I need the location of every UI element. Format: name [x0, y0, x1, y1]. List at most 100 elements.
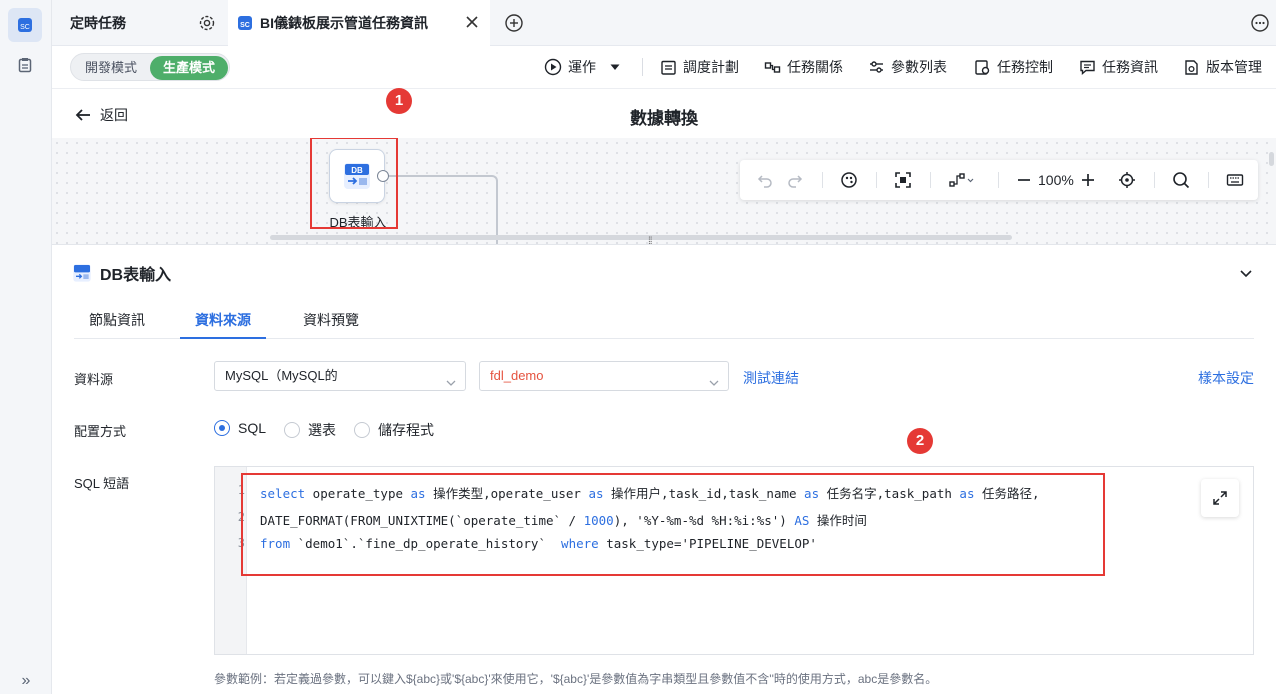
radio-select-table[interactable]: 選表 [284, 420, 336, 440]
node-config-panel: DB表輸入 節點資訊 資料來源 資料預覽 資料源 MySQL（MySQL的 fd… [52, 244, 1276, 694]
db-table-icon [73, 264, 91, 282]
svg-text:SC: SC [20, 24, 30, 31]
svg-text:SC: SC [240, 22, 250, 29]
expand-editor-button[interactable] [1201, 479, 1239, 517]
relation-button[interactable]: 任務關係 [764, 57, 843, 77]
schedule-button[interactable]: 調度計劃 [660, 57, 739, 77]
test-connection-link[interactable]: 測試連結 [743, 368, 799, 388]
chevron-down-icon [445, 371, 457, 399]
chevron-down-icon[interactable] [1238, 265, 1254, 284]
panel-header: DB表輸入 [72, 261, 171, 285]
sub-header: 返回 數據轉換 [52, 88, 1276, 138]
divider [998, 172, 999, 188]
params-button[interactable]: 參數列表 [868, 57, 947, 77]
undo-icon[interactable] [756, 170, 774, 190]
config-label: 配置方式 [74, 424, 127, 439]
calendar-icon [661, 60, 676, 75]
info-label: 任務資訊 [1102, 59, 1158, 75]
datasource-value: MySQL（MySQL的 [225, 368, 338, 383]
expand-icon [1213, 491, 1227, 505]
zoom-level: 100% [1038, 172, 1074, 188]
chevron-down-icon [708, 371, 720, 399]
radio-table-label: 選表 [308, 422, 336, 438]
horizontal-scrollbar[interactable] [270, 235, 1012, 240]
search-icon[interactable] [1172, 170, 1190, 190]
relation-icon [764, 61, 781, 73]
message-icon [1080, 60, 1095, 75]
control-icon [975, 59, 990, 75]
annotation-badge-1: 1 [386, 88, 412, 114]
divider [1208, 172, 1209, 188]
task-icon: SC [238, 16, 252, 30]
zoom-out-icon[interactable] [1016, 170, 1032, 190]
radio-procedure-label: 儲存程式 [378, 422, 434, 438]
radio-unchecked-icon [284, 422, 300, 438]
tab-bi-dashboard[interactable]: SC BI儀錶板展示管道任務資訊 [228, 0, 490, 46]
sample-settings-link[interactable]: 樣本設定 [1198, 368, 1254, 388]
clipboard-icon[interactable] [8, 48, 42, 82]
tab-label: BI儀錶板展示管道任務資訊 [260, 15, 428, 31]
divider [1154, 172, 1155, 188]
layout-icon[interactable] [948, 170, 976, 190]
run-button[interactable]: 運作 [544, 57, 622, 77]
radio-checked-icon [214, 420, 230, 436]
radio-stored-procedure[interactable]: 儲存程式 [354, 420, 434, 440]
close-icon[interactable] [464, 14, 480, 33]
tab-scheduled-tasks[interactable]: 定時任務 [52, 0, 226, 46]
page-title: 數據轉換 [630, 109, 698, 128]
panel-title: DB表輸入 [100, 267, 172, 284]
divider [876, 172, 877, 188]
control-label: 任務控制 [997, 59, 1053, 75]
annotation-badge-2: 2 [907, 428, 933, 454]
caret-down-icon [610, 64, 620, 70]
run-label: 運作 [568, 59, 596, 75]
flow-canvas[interactable]: DB DB表輸入 100% ⁞⁞ [52, 138, 1276, 244]
radio-sql-label: SQL [238, 420, 267, 436]
tab-node-info[interactable]: 節點資訊 [74, 301, 160, 339]
prod-mode-button[interactable]: 生產模式 [150, 56, 228, 80]
highlight-box-2 [241, 473, 1105, 576]
more-icon[interactable] [1250, 13, 1270, 36]
radio-sql[interactable]: SQL [214, 420, 266, 436]
database-select[interactable]: fdl_demo [479, 361, 729, 391]
schedule-label: 調度計劃 [683, 59, 739, 75]
canvas-toolbar: 100% [740, 160, 1258, 200]
resize-grip-icon[interactable]: ⁞⁞ [648, 236, 652, 244]
locate-icon[interactable] [1118, 170, 1136, 190]
tab-data-preview[interactable]: 資料預覽 [288, 301, 374, 339]
divider [642, 58, 643, 76]
highlight-box-1 [310, 138, 398, 229]
fit-view-icon[interactable] [894, 170, 912, 190]
divider [822, 172, 823, 188]
datasource-select[interactable]: MySQL（MySQL的 [214, 361, 466, 391]
gear-icon[interactable] [198, 14, 216, 35]
sql-label: SQL 短語 [74, 476, 130, 491]
keyboard-icon[interactable] [1226, 170, 1244, 190]
palette-icon[interactable] [840, 170, 858, 190]
panel-tabs: 節點資訊 資料來源 資料預覽 [74, 301, 1254, 339]
expand-rail-icon[interactable]: » [0, 672, 52, 690]
radio-unchecked-icon [354, 422, 370, 438]
info-button[interactable]: 任務資訊 [1079, 57, 1158, 77]
version-label: 版本管理 [1206, 59, 1262, 75]
sliders-icon [870, 60, 883, 73]
play-icon [544, 58, 562, 76]
params-label: 參數列表 [891, 59, 947, 75]
version-icon [1185, 59, 1198, 75]
tab-bar: 定時任務 SC BI儀錶板展示管道任務資訊 [52, 0, 1276, 46]
connector-line [389, 175, 498, 244]
left-rail: SC » [0, 0, 52, 694]
relation-label: 任務關係 [787, 59, 843, 75]
task-icon[interactable]: SC [8, 8, 42, 42]
tab-data-source[interactable]: 資料來源 [180, 301, 266, 339]
add-tab-icon[interactable] [504, 13, 524, 36]
database-value: fdl_demo [490, 368, 544, 383]
redo-icon[interactable] [786, 170, 804, 190]
dev-mode-button[interactable]: 開發模式 [74, 56, 148, 80]
control-button[interactable]: 任務控制 [974, 57, 1053, 77]
zoom-in-icon[interactable] [1080, 170, 1096, 190]
mode-switch[interactable]: 開發模式 生產模式 [70, 53, 230, 81]
vertical-scrollbar[interactable] [1269, 152, 1274, 166]
param-hint: 參數範例：若定義過參數，可以鍵入${abc}或'${abc}'來使用它，'${a… [214, 672, 938, 686]
version-button[interactable]: 版本管理 [1183, 57, 1262, 77]
